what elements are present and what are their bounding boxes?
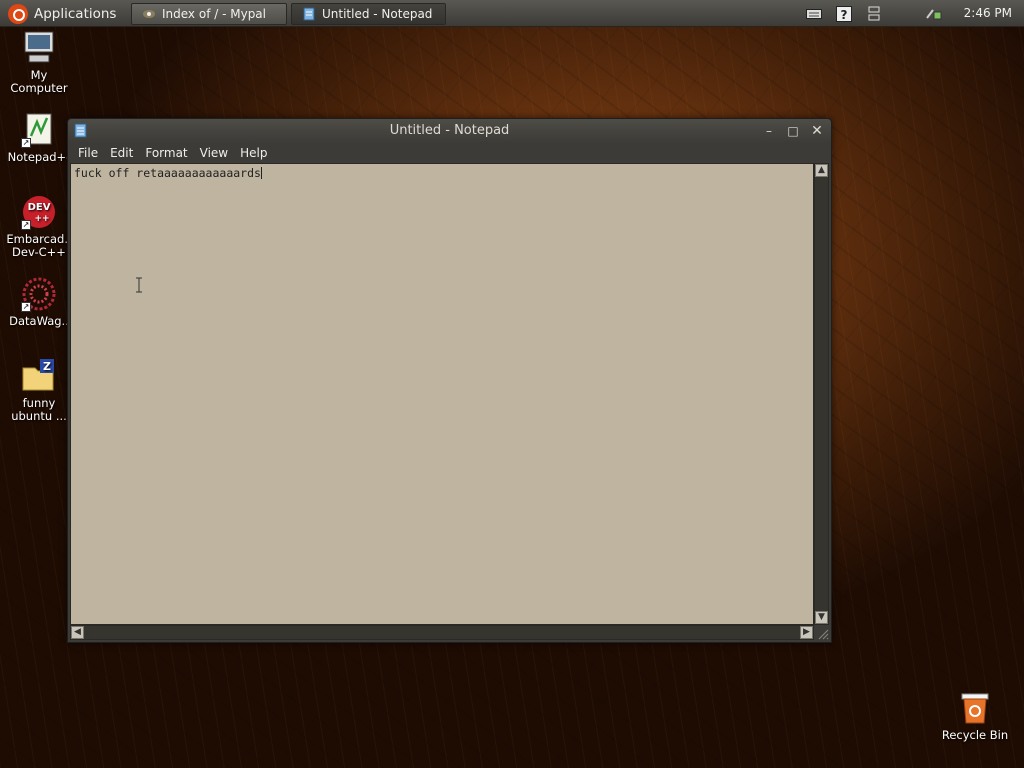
svg-text:DEV: DEV [28, 202, 51, 213]
shortcut-arrow-icon: ↗ [21, 220, 31, 230]
desktop-icon-label: Recycle Bin [941, 728, 1009, 742]
desktop-icon-label: My Computer [10, 68, 68, 95]
horizontal-scrollbar[interactable]: ◀ ▶ [70, 625, 814, 640]
window-switcher-icon[interactable] [864, 4, 884, 23]
menu-format[interactable]: Format [139, 146, 193, 160]
resize-grip-icon[interactable] [816, 627, 829, 640]
notepad-plus-icon: ↗ [21, 112, 57, 148]
close-icon[interactable]: ✕ [809, 123, 825, 139]
taskbar-item-mypal[interactable]: Index of / - Mypal [131, 3, 287, 25]
menu-bar: File Edit Format View Help [68, 143, 831, 163]
desktop-icon-dev-cpp[interactable]: DEV ++ ↗ Embarcad.. Dev-C++ [2, 194, 76, 259]
recycle-bin-icon [957, 690, 993, 726]
keyboard-icon[interactable] [804, 4, 824, 23]
shortcut-arrow-icon: ↗ [21, 302, 31, 312]
scroll-down-icon[interactable]: ▼ [815, 611, 828, 624]
browser-icon [143, 10, 155, 18]
svg-text:?: ? [841, 8, 848, 22]
desktop-icon-label: DataWag.. [9, 314, 69, 328]
zip-folder-icon: Z [21, 358, 57, 394]
taskbar-item-label: Index of / - Mypal [162, 7, 266, 21]
desktop-icon-my-computer[interactable]: My Computer [2, 30, 76, 95]
computer-icon [21, 30, 57, 66]
menu-edit[interactable]: Edit [104, 146, 139, 160]
vertical-scrollbar[interactable]: ▲ ▼ [814, 163, 829, 625]
window-title: Untitled - Notepad [389, 123, 510, 138]
menu-help[interactable]: Help [234, 146, 273, 160]
notepad-window: Untitled - Notepad – □ ✕ File Edit Forma… [67, 118, 832, 643]
scroll-up-icon[interactable]: ▲ [815, 164, 828, 177]
desktop-icon-label: Embarcad.. Dev-C++ [6, 232, 72, 259]
text-caret [260, 167, 262, 179]
ubuntu-logo-icon [8, 3, 28, 24]
taskbar-item-notepad[interactable]: Untitled - Notepad [291, 3, 446, 25]
network-icon[interactable] [924, 4, 944, 23]
help-icon[interactable]: ? [834, 4, 854, 23]
svg-text:++: ++ [34, 214, 49, 224]
scroll-left-icon[interactable]: ◀ [71, 626, 84, 639]
desktop-icon-recycle-bin[interactable]: Recycle Bin [938, 690, 1012, 742]
maximize-icon[interactable]: □ [785, 123, 801, 139]
desktop-icon-label: funny ubuntu ... [11, 396, 67, 423]
desktop-icon-datawag[interactable]: ↗ DataWag.. [2, 276, 76, 328]
notepad-icon [303, 7, 315, 21]
svg-text:Z: Z [43, 360, 51, 373]
menu-file[interactable]: File [72, 146, 104, 160]
text-editor[interactable]: fuck off retaaaaaaaaaaaards [70, 163, 814, 625]
scroll-right-icon[interactable]: ▶ [800, 626, 813, 639]
menu-view[interactable]: View [194, 146, 234, 160]
datawag-icon: ↗ [21, 276, 57, 312]
window-titlebar[interactable]: Untitled - Notepad – □ ✕ [68, 119, 831, 143]
desktop-icon-label: Notepad+- [7, 150, 71, 164]
shortcut-arrow-icon: ↗ [21, 138, 31, 148]
desktop-icon-funny-ubuntu[interactable]: Z funny ubuntu ... [2, 358, 76, 423]
minimize-icon[interactable]: – [761, 123, 777, 139]
desktop-icon-notepad-plus[interactable]: ↗ Notepad+- [2, 112, 76, 164]
panel-clock[interactable]: 2:46 PM [964, 6, 1012, 20]
taskbar-item-label: Untitled - Notepad [322, 7, 433, 21]
top-panel: Applications Index of / - Mypal Untitled… [0, 0, 1024, 27]
dev-cpp-icon: DEV ++ ↗ [21, 194, 57, 230]
applications-menu[interactable]: Applications [4, 2, 120, 25]
editor-text: fuck off retaaaaaaaaaaaards [74, 166, 261, 180]
ibeam-cursor-icon [136, 277, 142, 293]
applications-label: Applications [34, 5, 117, 22]
